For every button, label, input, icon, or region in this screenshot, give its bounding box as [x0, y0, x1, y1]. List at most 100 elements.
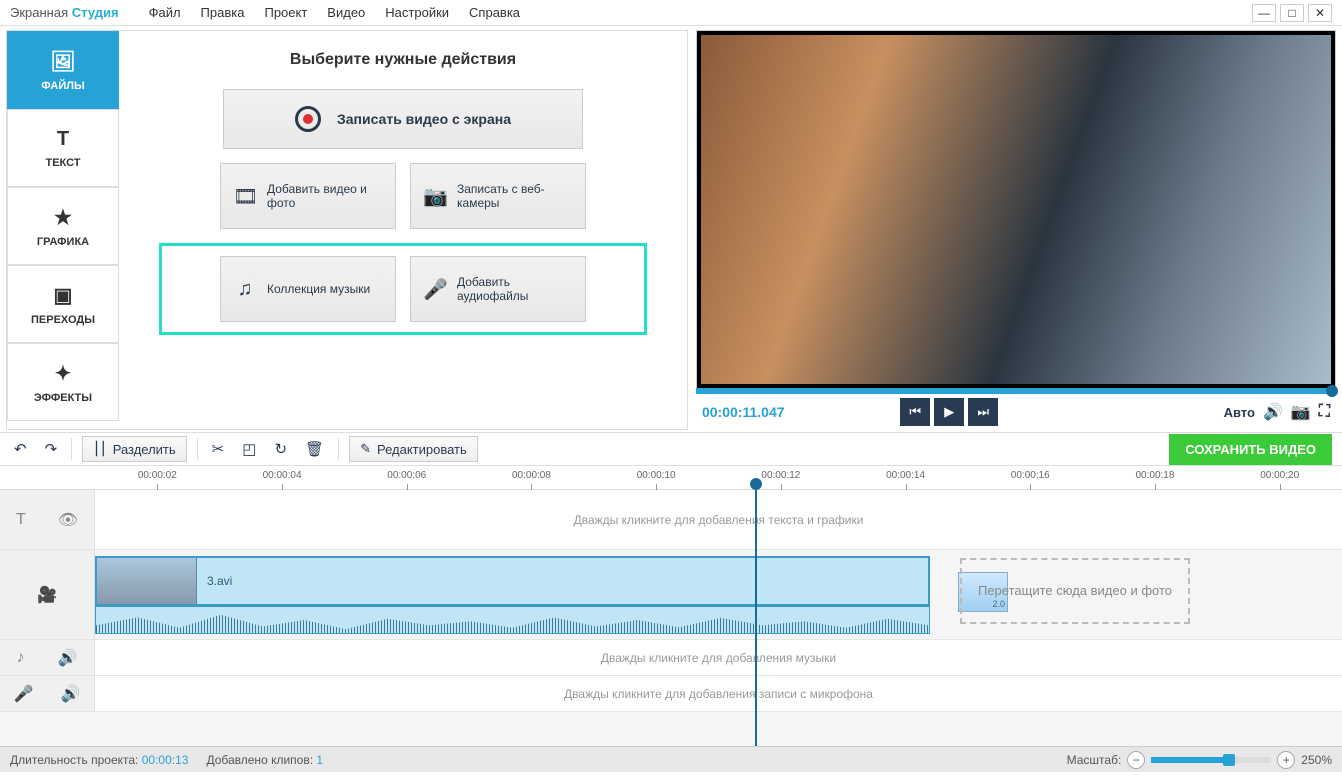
edit-icon: ✎: [360, 441, 371, 457]
menu-file[interactable]: Файл: [139, 5, 191, 20]
video-track-head: 🎥: [0, 550, 95, 639]
prev-frame-button[interactable]: ⏮: [900, 398, 930, 426]
video-clip[interactable]: 3.avi 2.0: [95, 556, 930, 606]
duration-value: 00:00:13: [142, 753, 189, 767]
sidebar-tab-files[interactable]: 🖼 ФАЙЛЫ: [7, 31, 119, 109]
mic-track-body[interactable]: Дважды кликните для добавления записи с …: [95, 676, 1342, 711]
duration-label-text: Длительность проекта:: [10, 753, 138, 767]
menu-video[interactable]: Видео: [317, 5, 375, 20]
text-track-head: T 👁: [0, 490, 95, 549]
sidebar-tab-text[interactable]: T ТЕКСТ: [7, 109, 119, 187]
playhead[interactable]: [755, 490, 757, 746]
layers-icon: ▣: [54, 283, 73, 308]
rotate-icon[interactable]: ↻: [270, 440, 291, 458]
zoom-out-button[interactable]: −: [1127, 751, 1145, 769]
auto-label[interactable]: Авто: [1224, 405, 1255, 420]
video-preview[interactable]: [696, 30, 1336, 389]
preview-pane: 00:00:11.047 ⏮ ▶ ⏭ Авто 🔊 📷 ⛶: [696, 30, 1336, 430]
ruler-tick: 00:00:18: [1093, 466, 1218, 489]
volume-icon[interactable]: 🔊: [1263, 402, 1283, 422]
text-track-icon: T: [16, 511, 26, 529]
volume-icon[interactable]: 🔊: [61, 684, 81, 704]
cut-icon[interactable]: ✂: [208, 440, 229, 458]
add-media-button[interactable]: 🎞 Добавить видео и фото: [220, 163, 396, 229]
zoom-value: 250%: [1301, 753, 1332, 767]
record-screen-button[interactable]: Записать видео с экрана: [223, 89, 583, 149]
left-pane: 🖼 ФАЙЛЫ T ТЕКСТ ★ ГРАФИКА ▣ ПЕРЕХОДЫ ✦ Э…: [6, 30, 688, 430]
audio-label: Добавить аудиофайлы: [457, 275, 573, 303]
delete-icon[interactable]: 🗑: [301, 440, 328, 458]
music-icon: ♫: [233, 278, 257, 301]
add-audio-button[interactable]: 🎤 Добавить аудиофайлы: [410, 256, 586, 322]
save-video-button[interactable]: СОХРАНИТЬ ВИДЕО: [1169, 434, 1332, 465]
next-frame-button[interactable]: ⏭: [968, 398, 998, 426]
webcam-label: Записать с веб-камеры: [457, 182, 573, 210]
text-icon: T: [57, 128, 69, 151]
panel-title: Выберите нужные действия: [159, 51, 647, 69]
timeline-toolbar: ↶ ↷ ⎮⎮ Разделить ✂ ◰ ↻ 🗑 ✎ Редактировать…: [0, 432, 1342, 466]
clip-thumbnail: [97, 558, 197, 604]
clips-label-text: Добавлено клипов:: [206, 753, 313, 767]
webcam-icon: 📷: [423, 184, 447, 209]
separator: [338, 438, 339, 460]
sidebar: 🖼 ФАЙЛЫ T ТЕКСТ ★ ГРАФИКА ▣ ПЕРЕХОДЫ ✦ Э…: [7, 31, 119, 429]
visibility-icon[interactable]: 👁: [58, 510, 78, 530]
maximize-button[interactable]: □: [1280, 4, 1304, 22]
play-button[interactable]: ▶: [934, 398, 964, 426]
clip-waveform[interactable]: [95, 606, 930, 634]
split-icon: ⎮⎮: [93, 441, 107, 457]
ruler-tick: 00:00:20: [1217, 466, 1342, 489]
sidebar-tab-graphics[interactable]: ★ ГРАФИКА: [7, 187, 119, 265]
duration-label: Длительность проекта: 00:00:13: [10, 753, 188, 767]
menu-bar: Экранная Студия Файл Правка Проект Видео…: [0, 0, 1342, 26]
menu-project[interactable]: Проект: [254, 5, 317, 20]
app-brand: Экранная Студия: [10, 5, 119, 20]
webcam-button[interactable]: 📷 Записать с веб-камеры: [410, 163, 586, 229]
ruler-tick: 00:00:04: [220, 466, 345, 489]
undo-icon[interactable]: ↶: [10, 440, 31, 458]
ruler-tick: 00:00:14: [843, 466, 968, 489]
zoom-in-button[interactable]: +: [1277, 751, 1295, 769]
playback-progress[interactable]: [696, 388, 1336, 394]
player-controls: 00:00:11.047 ⏮ ▶ ⏭ Авто 🔊 📷 ⛶: [696, 394, 1336, 430]
clips-value: 1: [316, 753, 323, 767]
minimize-button[interactable]: —: [1252, 4, 1276, 22]
ruler-tick: 00:00:10: [594, 466, 719, 489]
music-track-body[interactable]: Дважды кликните для добавления музыки: [95, 640, 1342, 675]
record-label: Записать видео с экрана: [337, 111, 511, 127]
star-icon: ★: [54, 205, 72, 230]
zoom-label: Масштаб:: [1067, 753, 1122, 767]
sidebar-label: ГРАФИКА: [37, 236, 89, 248]
ruler-tick: 00:00:02: [95, 466, 220, 489]
crop-icon[interactable]: ◰: [238, 440, 260, 458]
edit-button[interactable]: ✎ Редактировать: [349, 436, 478, 462]
menu-edit[interactable]: Правка: [191, 5, 255, 20]
separator: [197, 438, 198, 460]
volume-icon[interactable]: 🔊: [58, 648, 78, 668]
sidebar-label: ТЕКСТ: [45, 157, 80, 169]
time-ruler[interactable]: 00:00:02 00:00:04 00:00:06 00:00:08 00:0…: [0, 466, 1342, 490]
redo-icon[interactable]: ↷: [41, 440, 62, 458]
mic-track: 🎤 🔊 Дважды кликните для добавления запис…: [0, 676, 1342, 712]
snapshot-icon[interactable]: 📷: [1291, 402, 1311, 422]
video-track: 🎥 3.avi 2.0 Перетащите сюда видео и фото: [0, 550, 1342, 640]
image-icon: 🖼: [50, 49, 75, 74]
video-dropzone[interactable]: Перетащите сюда видео и фото: [960, 558, 1190, 624]
sidebar-tab-effects[interactable]: ✦ ЭФФЕКТЫ: [7, 343, 119, 421]
close-button[interactable]: ✕: [1308, 4, 1332, 22]
music-collection-button[interactable]: ♫ Коллекция музыки: [220, 256, 396, 322]
ruler-tick: 00:00:12: [719, 466, 844, 489]
split-button[interactable]: ⎮⎮ Разделить: [82, 436, 187, 462]
menu-help[interactable]: Справка: [459, 5, 530, 20]
sidebar-tab-transitions[interactable]: ▣ ПЕРЕХОДЫ: [7, 265, 119, 343]
music-track: ♪ 🔊 Дважды кликните для добавления музык…: [0, 640, 1342, 676]
text-track-body[interactable]: Дважды кликните для добавления текста и …: [95, 490, 1342, 549]
zoom-slider[interactable]: [1151, 757, 1271, 763]
music-track-icon: ♪: [17, 649, 25, 667]
action-panel: Выберите нужные действия Записать видео …: [119, 31, 687, 429]
menu-settings[interactable]: Настройки: [375, 5, 459, 20]
fullscreen-icon[interactable]: ⛶: [1319, 403, 1330, 421]
video-track-body[interactable]: 3.avi 2.0 Перетащите сюда видео и фото: [95, 550, 1342, 639]
window-controls: — □ ✕: [1252, 4, 1332, 22]
status-bar: Длительность проекта: 00:00:13 Добавлено…: [0, 746, 1342, 772]
